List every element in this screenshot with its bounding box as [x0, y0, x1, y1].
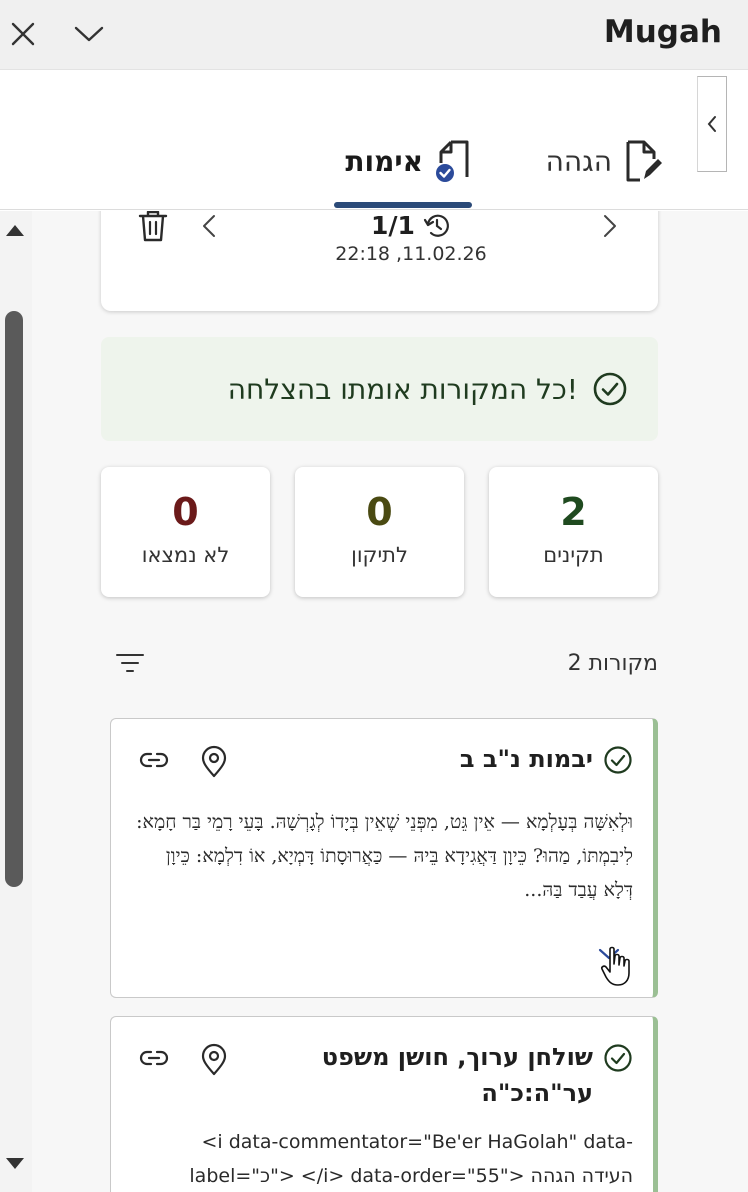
tab-header: הגהה אימות [0, 70, 748, 210]
success-banner: כל המקורות אומתו בהצלחה! [101, 337, 658, 441]
location-pin-icon[interactable] [199, 745, 229, 779]
filter-button[interactable] [115, 651, 145, 679]
app-name: Mugah [603, 14, 722, 50]
chevron-right-icon [604, 215, 616, 237]
sources-header: 2 מקורות [101, 647, 658, 687]
side-panel-toggle[interactable] [697, 76, 727, 172]
next-version-button[interactable] [602, 211, 618, 245]
stat-not-found-count: 0 [172, 490, 199, 534]
verification-panel: 1/1 22:18 ,11.02.26 כל המקורות אומתו בהצ… [0, 211, 748, 1192]
source-card[interactable]: שולחן ערוך, חושן משפט ער"ה:כ"ה <i data-c… [110, 1016, 658, 1192]
source-title: שולחן ערוך, חושן משפט ער"ה:כ"ה [321, 1043, 593, 1107]
scrollbar[interactable] [0, 211, 32, 1192]
source-card[interactable]: יבמות נ"ב ב וּלְאִשָּׁה בְּעָלְמָא — אֵי… [110, 718, 658, 998]
trash-icon [138, 211, 168, 242]
close-button[interactable] [0, 10, 46, 58]
history-icon [423, 214, 449, 237]
chevron-left-icon [707, 116, 716, 132]
source-title-row: יבמות נ"ב ב [460, 741, 633, 777]
version-navigator: 1/1 22:18 ,11.02.26 [101, 211, 658, 311]
tab-verification-label: אימות [345, 144, 423, 178]
check-circle-icon [604, 1044, 632, 1072]
source-actions [139, 1043, 229, 1077]
collapse-button[interactable] [66, 10, 112, 58]
sources-count: 2 מקורות [567, 651, 658, 676]
tab-verification[interactable]: אימות [345, 138, 473, 184]
chevron-down-icon [74, 26, 104, 42]
version-counter: 1/1 [301, 211, 521, 240]
version-count: 1/1 [371, 211, 415, 240]
stat-valid-count: 2 [560, 490, 587, 534]
scroll-down-arrow-icon[interactable] [4, 1157, 26, 1171]
tab-proofreading[interactable]: הגהה [546, 138, 662, 184]
source-actions [139, 745, 229, 779]
source-title: יבמות נ"ב ב [459, 745, 593, 773]
scroll-up-arrow-icon[interactable] [4, 223, 26, 237]
link-icon[interactable] [139, 1043, 169, 1073]
filter-icon [116, 654, 144, 672]
stat-to-fix-count: 0 [366, 490, 393, 534]
version-timestamp: 22:18 ,11.02.26 [335, 243, 487, 265]
document-check-icon [436, 140, 469, 182]
tab-proofreading-label: הגהה [545, 144, 612, 178]
close-icon [11, 22, 35, 46]
title-bar: Mugah [0, 0, 748, 70]
chevron-left-icon [203, 215, 215, 237]
source-text: <i data-commentator="Be'er HaGolah" data… [189, 1131, 633, 1187]
delete-version-button[interactable] [137, 211, 169, 247]
check-circle-icon [604, 746, 632, 774]
source-text: וּלְאִשָּׁה בְּעָלְמָא — אֵין גֵּט, מִפְ… [136, 811, 633, 901]
success-message: כל המקורות אומתו בהצלחה! [227, 372, 578, 406]
hand-cursor-icon [601, 946, 630, 986]
source-title-row: שולחן ערוך, חושן משפט ער"ה:כ"ה [263, 1039, 633, 1111]
previous-version-button[interactable] [201, 211, 217, 245]
location-pin-icon[interactable] [199, 1043, 229, 1077]
stat-to-fix-card[interactable]: 0 לתיקון [295, 467, 464, 597]
scroll-thumb[interactable] [5, 311, 23, 887]
document-edit-icon [626, 140, 662, 182]
stat-valid-card[interactable]: 2 תקינים [489, 467, 658, 597]
stat-not-found-card[interactable]: 0 לא נמצאו [101, 467, 270, 597]
stat-not-found-label: לא נמצאו [141, 543, 230, 567]
stat-to-fix-label: לתיקון [351, 543, 408, 567]
active-tab-indicator [334, 202, 472, 208]
check-circle-icon [593, 372, 627, 406]
stat-valid-label: תקינים [543, 543, 604, 567]
link-icon[interactable] [139, 745, 169, 775]
